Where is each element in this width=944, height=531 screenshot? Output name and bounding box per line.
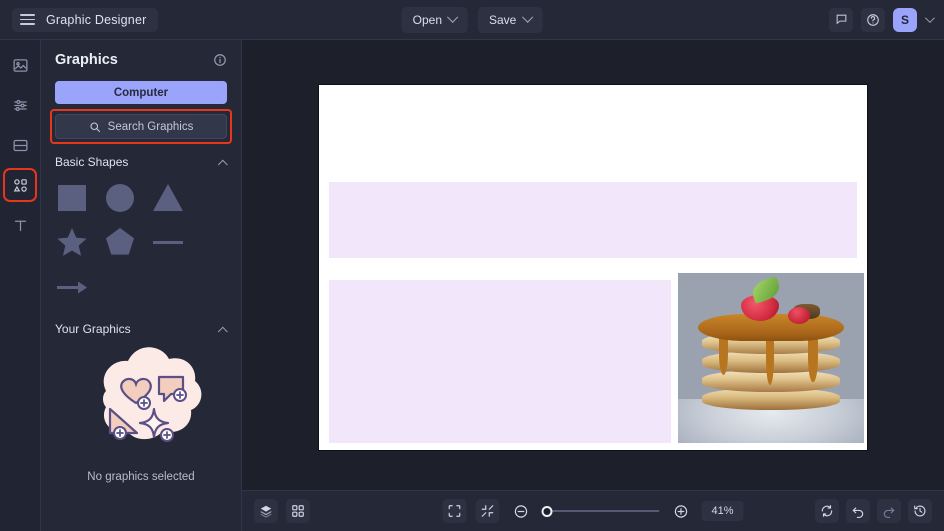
grid-icon (291, 504, 305, 518)
design-canvas[interactable] (319, 85, 867, 450)
redo-icon (882, 504, 896, 518)
header-right-actions: S (829, 7, 935, 32)
section-your-graphics-header[interactable]: Your Graphics (55, 322, 228, 337)
refresh-button[interactable] (815, 499, 839, 523)
your-graphics-empty-state: No graphics selected (55, 347, 227, 483)
zoom-slider-track (541, 510, 660, 512)
section-basic-shapes-title: Basic Shapes (55, 155, 129, 169)
header-center-actions: Open Save (401, 6, 543, 33)
empty-state-caption: No graphics selected (87, 471, 195, 483)
bottom-right-tools (815, 499, 932, 523)
fullscreen-button[interactable] (442, 499, 467, 523)
image-icon (12, 57, 29, 74)
help-button[interactable] (861, 7, 885, 32)
redo-button[interactable] (877, 499, 901, 523)
basic-shapes-grid (55, 180, 227, 304)
sidebar-item-adjustments[interactable] (7, 92, 33, 118)
hamburger-icon[interactable] (20, 14, 35, 25)
sidebar-item-layouts[interactable] (7, 132, 33, 158)
text-t-icon (12, 217, 29, 234)
placeholder-block-left[interactable] (328, 280, 671, 443)
graphics-blob-illustration (78, 347, 204, 467)
zoom-out-icon (513, 504, 528, 519)
save-button[interactable]: Save (478, 6, 543, 33)
section-basic-shapes-header[interactable]: Basic Shapes (55, 155, 228, 170)
zoom-slider-handle[interactable] (541, 505, 553, 517)
zoom-in-icon (673, 504, 688, 519)
zoom-level-value[interactable]: 41% (701, 501, 744, 521)
grid-button[interactable] (286, 499, 310, 523)
tool-rail (0, 40, 41, 531)
arrow-shape[interactable] (55, 270, 89, 304)
layers-icon (259, 504, 273, 518)
chevron-down-icon (447, 11, 459, 23)
section-your-graphics-title: Your Graphics (55, 322, 131, 336)
panel-header: Graphics (55, 52, 227, 68)
placeholder-banner-top[interactable] (328, 181, 858, 258)
sidebar-item-graphics[interactable] (3, 168, 37, 202)
photo-pancakes[interactable] (677, 272, 865, 443)
circle-shape[interactable] (103, 180, 137, 214)
chevron-up-icon (217, 326, 228, 337)
account-chevron-down-icon[interactable] (924, 13, 935, 24)
chevron-down-icon (521, 11, 534, 23)
star-shape[interactable] (55, 225, 89, 259)
bottom-left-tools (254, 499, 310, 523)
zoom-in-button[interactable] (669, 499, 693, 523)
history-icon (913, 504, 927, 518)
help-circle-icon (866, 13, 880, 27)
save-button-label: Save (489, 12, 517, 27)
chevron-up-icon (217, 159, 228, 170)
search-graphics-annotation: Search Graphics (50, 109, 232, 144)
computer-button[interactable]: Computer (55, 81, 227, 104)
zoom-controls: 41% (442, 499, 744, 523)
canvas-workspace[interactable] (242, 40, 944, 490)
line-shape[interactable] (151, 225, 185, 259)
bottom-toolbar: 41% (242, 490, 944, 531)
page-title: Graphics (55, 52, 118, 68)
triangle-shape[interactable] (151, 180, 185, 214)
search-graphics-button[interactable]: Search Graphics (55, 114, 227, 139)
zoom-slider[interactable] (541, 504, 660, 518)
sliders-icon (12, 97, 29, 114)
info-circle-icon[interactable] (213, 53, 227, 67)
search-icon (89, 121, 101, 133)
strawberry (787, 306, 811, 324)
fullscreen-icon (448, 504, 462, 518)
shapes-icon (12, 177, 29, 194)
layers-button[interactable] (254, 499, 278, 523)
graphics-panel: Graphics Computer Search Graphics Basic … (41, 40, 242, 531)
refresh-icon (820, 504, 834, 518)
search-graphics-label: Search Graphics (107, 120, 194, 133)
sidebar-item-text[interactable] (7, 212, 33, 238)
undo-button[interactable] (846, 499, 870, 523)
graphic-designer-app: Graphic Designer Open Save S Graphics Co… (0, 0, 944, 531)
app-title-chip[interactable]: Graphic Designer (12, 7, 159, 32)
history-button[interactable] (908, 499, 932, 523)
pentagon-shape[interactable] (103, 225, 137, 259)
app-title: Graphic Designer (46, 12, 147, 27)
avatar[interactable]: S (893, 7, 917, 32)
layout-icon (12, 137, 29, 154)
fit-to-screen-button[interactable] (475, 499, 500, 523)
comment-button[interactable] (829, 7, 853, 32)
comment-icon (835, 13, 848, 26)
open-button[interactable]: Open (401, 6, 468, 33)
zoom-out-button[interactable] (509, 499, 533, 523)
open-button-label: Open (412, 12, 442, 27)
undo-icon (851, 504, 865, 518)
app-header: Graphic Designer Open Save S (0, 0, 944, 40)
fit-to-screen-icon (481, 504, 495, 518)
sidebar-item-images[interactable] (7, 52, 33, 78)
square-shape[interactable] (55, 180, 89, 214)
